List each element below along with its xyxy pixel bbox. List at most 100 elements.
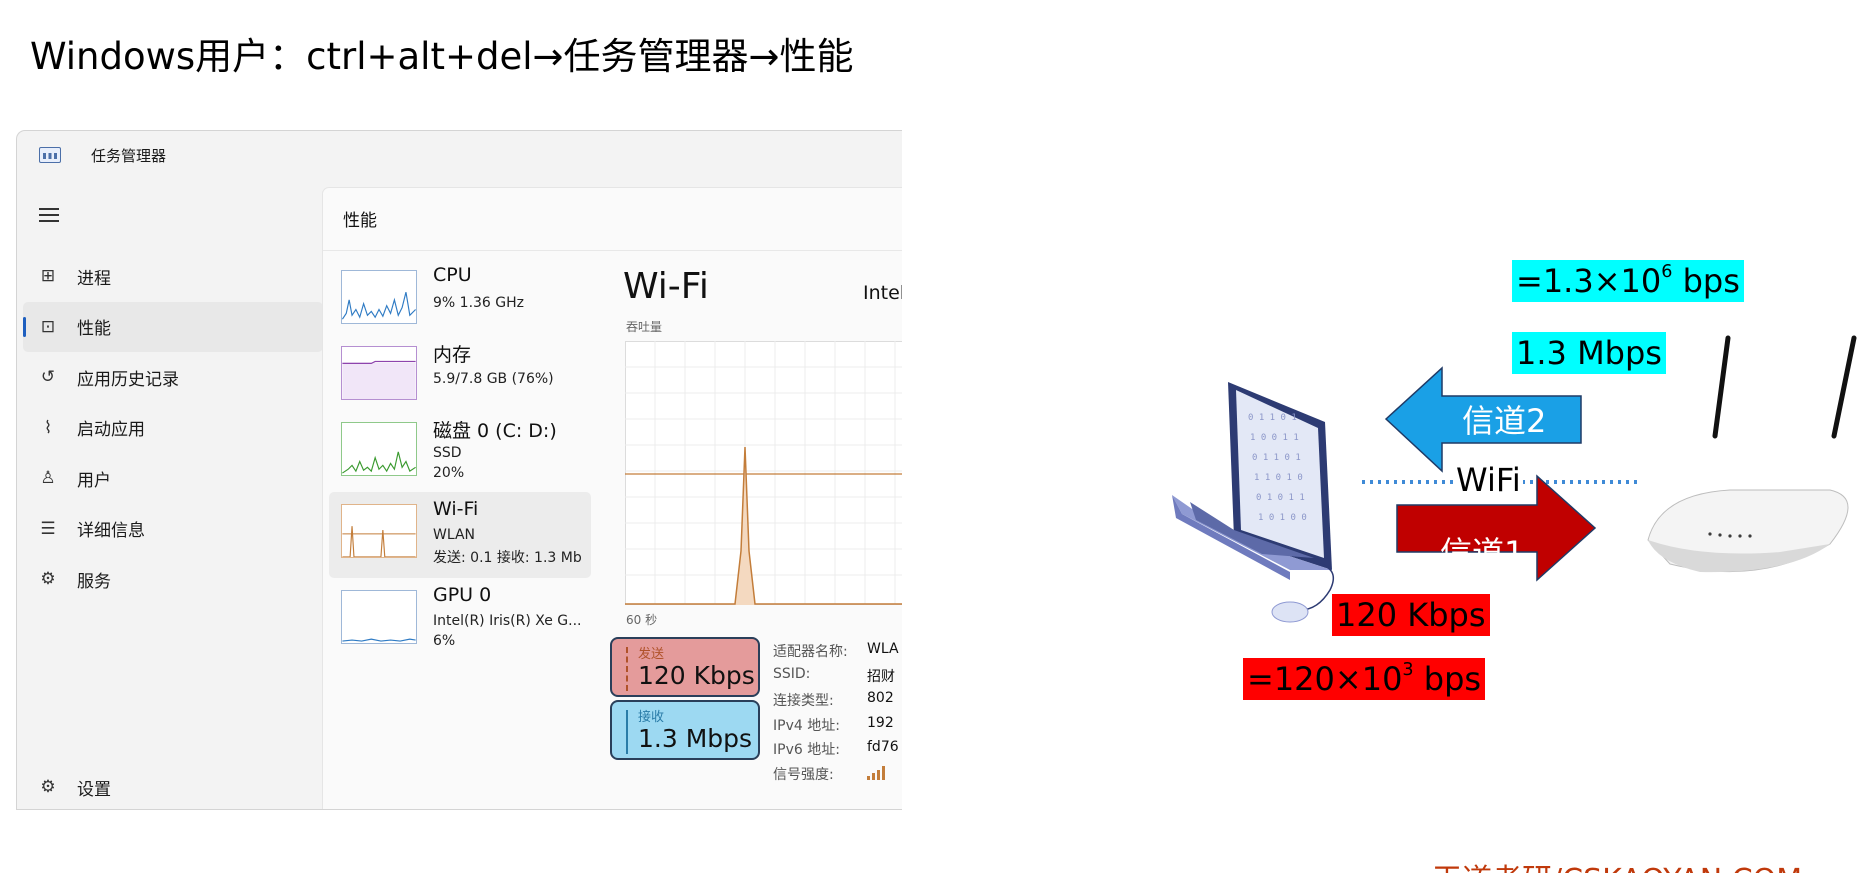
performance-panel: 性能 CPU 9% 1.36 GHz 内存 5.9/7.8 GB (76%) 磁… <box>322 187 902 809</box>
startup-icon: ⌇ <box>43 417 53 438</box>
wifi-diagram: 0 1 1 0 1 1 0 0 1 1 0 1 1 0 1 1 1 0 1 0 0 … <box>1140 240 1869 640</box>
send-legend-bar <box>626 647 628 691</box>
receive-value: 1.3 Mbps <box>638 724 753 753</box>
details-icon: ☰ <box>40 518 56 539</box>
wifi-label: WiFi <box>1454 461 1523 499</box>
svg-text:1 0 0 1 1: 1 0 0 1 1 <box>1250 433 1299 443</box>
sidebar-item-label: 性能 <box>77 319 111 340</box>
receive-bps-exponent: 6 <box>1661 262 1673 282</box>
sidebar-item-performance[interactable]: ⊡ 性能 <box>23 301 323 352</box>
sidebar-item-label: 详细信息 <box>77 521 145 542</box>
page-heading: Windows用户：ctrl+alt+del→任务管理器→性能 <box>30 35 854 78</box>
sidebar-item-label: 服务 <box>77 571 111 592</box>
hamburger-menu-icon[interactable] <box>39 208 59 222</box>
sidebar-item-settings[interactable]: ⚙ 设置 <box>23 762 323 809</box>
receive-mbps-label: 1.3 Mbps <box>1512 332 1666 374</box>
receive-legend-bar <box>626 710 628 754</box>
send-bps-unit: bps <box>1413 660 1482 698</box>
adapter-properties: 适配器名称: WLA SSID: 招财 连接类型: 802 IPv4 地址: 192 I… <box>773 641 902 788</box>
settings-label: 设置 <box>77 779 111 800</box>
resource-memory[interactable]: 内存 5.9/7.8 GB (76%) <box>329 334 591 420</box>
property-key: IPv6 地址: <box>773 742 840 758</box>
gear-icon: ⚙ <box>40 777 56 797</box>
disk-thumbnail-graph <box>341 422 417 476</box>
sidebar-item-label: 启动应用 <box>77 420 145 441</box>
resource-detail: Intel(R) Iris(R) Xe G... <box>433 613 582 629</box>
channel-2-label: 信道2 <box>1462 402 1547 440</box>
property-adapter-name: 适配器名称: WLA <box>773 641 902 666</box>
property-value: 802 <box>867 690 894 706</box>
send-bps-mantissa: =120×10 <box>1247 660 1403 698</box>
sidebar-item-app-history[interactable]: ↺ 应用历史记录 <box>23 352 323 403</box>
send-value: 120 Kbps <box>638 661 755 690</box>
title-bar: 任务管理器 <box>17 131 902 179</box>
wifi-thumbnail-graph <box>341 504 417 558</box>
detail-title: Wi-Fi <box>623 266 709 307</box>
processes-icon: ⊞ <box>40 266 56 287</box>
sidebar-item-startup[interactable]: ⌇ 启动应用 <box>23 403 323 454</box>
svg-text:0 1 1 0 1: 0 1 1 0 1 <box>1252 453 1301 463</box>
svg-text:0 1 0 1 1: 0 1 0 1 1 <box>1256 493 1305 503</box>
gpu-thumbnail-graph <box>341 590 417 644</box>
property-ipv4: IPv4 地址: 192 <box>773 715 902 740</box>
resource-detail: 9% 1.36 GHz <box>433 295 525 311</box>
send-stat[interactable]: 发送 120 Kbps <box>610 637 760 697</box>
resource-name: CPU <box>433 264 472 286</box>
channel-1-label: 信道1 <box>1440 534 1525 572</box>
property-value: WLA <box>867 641 899 657</box>
router-icon <box>1647 335 1857 573</box>
receive-bps-mantissa: =1.3×10 <box>1516 262 1662 300</box>
property-value: 招财 <box>867 668 895 685</box>
users-icon: ♙ <box>40 468 56 489</box>
resource-wifi[interactable]: Wi-Fi WLAN 发送: 0.1 接收: 1.3 Mb <box>329 492 591 578</box>
window-title: 任务管理器 <box>91 146 167 165</box>
property-signal: 信号强度: <box>773 764 902 789</box>
resource-cpu[interactable]: CPU 9% 1.36 GHz <box>329 258 591 344</box>
resource-detail: 发送: 0.1 接收: 1.3 Mb <box>433 550 582 566</box>
task-manager-icon <box>39 147 61 163</box>
property-ssid: SSID: 招财 <box>773 666 902 691</box>
svg-text:1 1 0 1 0: 1 1 0 1 0 <box>1254 473 1303 483</box>
divider <box>323 250 902 251</box>
resource-detail: 6% <box>433 633 456 649</box>
resource-gpu[interactable]: GPU 0 Intel(R) Iris(R) Xe G... 6% <box>329 578 591 664</box>
resource-detail: WLAN <box>433 527 476 543</box>
svg-text:1 0 1 0 0: 1 0 1 0 0 <box>1258 513 1307 523</box>
cpu-thumbnail-graph <box>341 270 417 324</box>
property-key: 适配器名称: <box>773 644 848 660</box>
task-manager-window: 任务管理器 ⊞ 进程 ⊡ 性能 ↺ 应用历史记录 ⌇ 启动应用 ♙ 用户 ☰ 详… <box>16 130 902 810</box>
footer-brand: 王道考研/CSKAOYAN.COM <box>1432 855 1802 873</box>
sidebar-nav: ⊞ 进程 ⊡ 性能 ↺ 应用历史记录 ⌇ 启动应用 ♙ 用户 ☰ 详细信息 ⚙ … <box>23 251 323 605</box>
property-key: IPv4 地址: <box>773 717 840 734</box>
resource-detail: 5.9/7.8 GB (76%) <box>433 371 554 387</box>
sidebar-item-users[interactable]: ♙ 用户 <box>23 453 323 504</box>
resource-disk[interactable]: 磁盘 0 (C: D:) SSD 20% <box>329 410 591 496</box>
receive-label: 接收 <box>638 710 665 725</box>
property-connection-type: 连接类型: 802 <box>773 690 902 715</box>
sidebar-item-details[interactable]: ☰ 详细信息 <box>23 504 323 555</box>
panel-title: 性能 <box>343 211 377 231</box>
send-label: 发送 <box>638 647 665 662</box>
adapter-name: Intel <box>863 282 902 304</box>
property-ipv6: IPv6 地址: fd76 <box>773 739 902 764</box>
svg-text:0 1 1 0 1: 0 1 1 0 1 <box>1248 413 1297 423</box>
sidebar-item-label: 应用历史记录 <box>77 369 179 390</box>
memory-thumbnail-graph <box>341 346 417 400</box>
resource-name: 磁盘 0 (C: D:) <box>433 420 557 442</box>
receive-stat[interactable]: 接收 1.3 Mbps <box>610 700 760 760</box>
resource-name: GPU 0 <box>433 584 492 606</box>
history-icon: ↺ <box>40 367 56 388</box>
property-key: 连接类型: <box>773 693 834 709</box>
property-key: SSID: <box>773 665 811 682</box>
sidebar-item-processes[interactable]: ⊞ 进程 <box>23 251 323 302</box>
receive-bps-label: =1.3×106 bps <box>1512 260 1744 302</box>
throughput-graph <box>625 341 902 605</box>
resource-detail: SSD <box>433 445 462 461</box>
send-kbps-label: 120 Kbps <box>1332 594 1490 636</box>
services-icon: ⚙ <box>40 569 56 590</box>
sidebar-item-services[interactable]: ⚙ 服务 <box>23 554 323 605</box>
laptop-icon: 0 1 1 0 1 1 0 0 1 1 0 1 1 0 1 1 1 0 1 0 0 … <box>1172 382 1335 623</box>
resource-name: Wi-Fi <box>433 498 479 520</box>
sidebar-item-label: 进程 <box>77 268 111 289</box>
property-key: 信号强度: <box>773 766 834 783</box>
